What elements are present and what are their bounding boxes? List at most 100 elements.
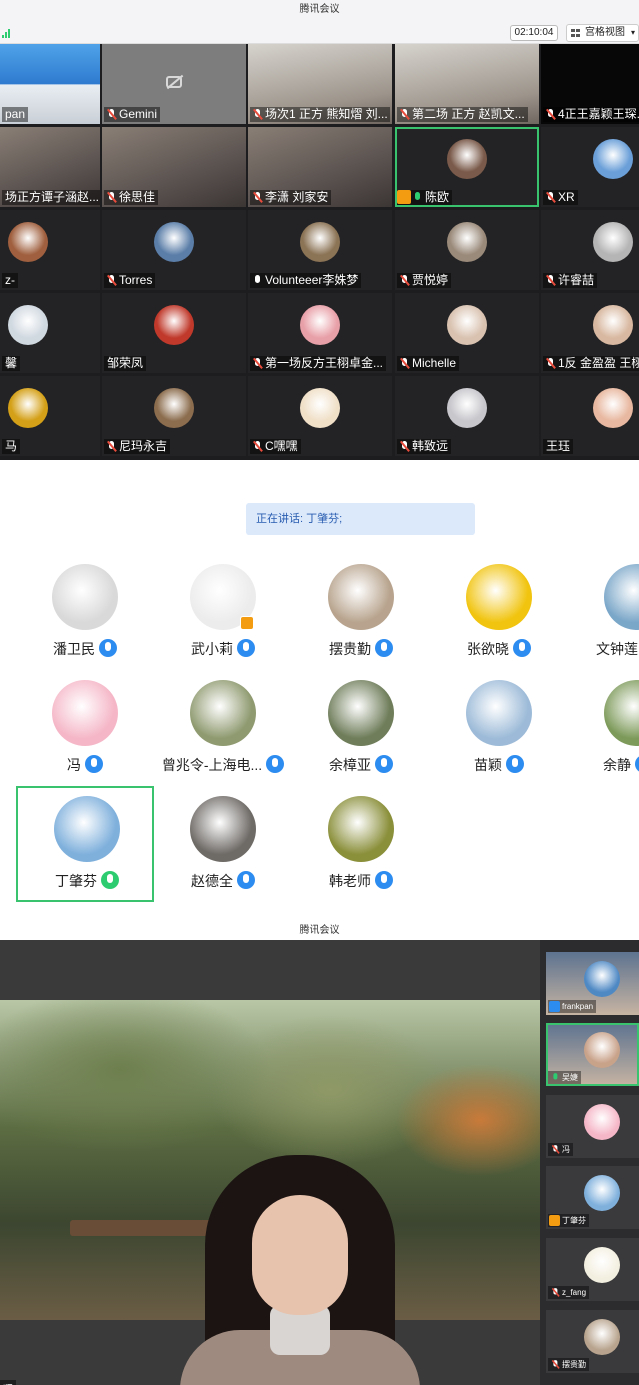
participant-item[interactable]: 曾兆令-上海电... [154,680,292,790]
video-grid: pan Gemini 场次1 正方 熊知熠 刘... 第二场 正方 赵凯文... 4正王… [0,44,639,459]
side-video-tile[interactable]: frankpan [546,952,639,1015]
avatar [593,305,633,345]
side-video-tile[interactable]: 吴婕 [546,1023,639,1086]
participant-item[interactable]: 韩老师 [292,796,430,906]
participant-item[interactable]: 摆贵勤 [292,564,430,674]
mic-icon[interactable] [237,639,255,657]
mic-icon [413,192,421,203]
avatar [593,388,633,428]
participant-name: 赵德全 [191,873,233,889]
participant-item[interactable]: 潘卫民 [16,564,154,674]
side-video-tile[interactable]: 冯 [546,1095,639,1158]
participant-item[interactable]: 冯 [16,680,154,790]
participant-item[interactable]: 余静 [568,680,639,790]
video-tile[interactable]: 1反 金盈盈 王栩... [541,293,639,373]
view-mode-button[interactable]: 宫格视图 ▾ [566,24,639,42]
mic-icon[interactable] [237,871,255,889]
participant-name: frankpan [562,1002,594,1011]
chevron-down-icon: ▾ [630,28,635,37]
mic-icon[interactable] [266,755,285,773]
side-video-tile[interactable]: 摆贵勤 [546,1310,639,1373]
participant-name-row: 余静 [568,755,639,775]
participant-name-row: 丁肇芬 [18,871,156,891]
participant-name-label: 吴婕 [548,1071,581,1084]
participant-name-row: 韩老师 [292,871,430,891]
video-tile[interactable]: 尼玛永吉 [102,376,246,456]
video-tile[interactable]: 陈欧 [395,127,539,207]
participant-item[interactable]: 文钟莲 [568,564,639,674]
video-tile[interactable]: z- [0,210,100,290]
video-tile[interactable]: 第二场 正方 赵凯文... [395,44,539,124]
mic-icon[interactable] [513,639,531,657]
participant-name: 文钟莲 [596,641,638,657]
participant-item[interactable]: 张欲晓 [430,564,568,674]
mic-muted-icon [551,1288,560,1297]
participant-item[interactable]: 余樟亚 [292,680,430,790]
mic-muted-icon [551,1360,560,1369]
meeting-timer: 02:10:04 [510,25,558,41]
video-tile[interactable]: Volunteeer李姝梦 [248,210,392,290]
participant-name-label: 徐思佳 [104,190,159,205]
participant-name: 苗颖 [474,757,502,773]
participant-name-label: C嘿嘿 [250,439,301,454]
participant-avatar [54,796,120,862]
side-video-strip[interactable]: frankpan 吴婕冯丁肇芬 z_fang 摆贵勤 [540,940,639,1385]
participant-name: 李潇 刘家安 [265,190,329,204]
participant-name: 陈欧 [425,190,450,204]
participant-item[interactable]: 苗颖 [430,680,568,790]
participant-item[interactable]: 丁肇芬 [16,786,154,902]
participant-item[interactable]: 武小莉 [154,564,292,674]
grid-view-icon [571,29,581,38]
video-tile[interactable]: Gemini [102,44,246,124]
video-tile[interactable]: 邹荣凤 [102,293,246,373]
participant-name: 韩老师 [329,873,371,889]
participant-name: Torres [119,273,153,287]
video-tile[interactable]: 第一场反方王栩卓金... [248,293,392,373]
side-video-tile[interactable]: z_fang [546,1238,639,1301]
video-tile[interactable]: 馨 [0,293,100,373]
video-tile[interactable]: 韩致远 [395,376,539,456]
window-title: 腾讯会议 [0,0,639,22]
mic-icon[interactable] [99,639,117,657]
mic-icon[interactable] [375,755,393,773]
participant-name: 马 [5,439,18,453]
participant-name-row: 张欲晓 [430,639,568,659]
participant-name: 潘卫民 [53,641,95,657]
video-tile[interactable]: XR [541,127,639,207]
video-tile[interactable]: 场正方谭子涵赵... [0,127,100,207]
video-tile[interactable]: C嘿嘿 [248,376,392,456]
mic-icon[interactable] [101,871,119,889]
participant-name-label: Torres [104,273,156,288]
mic-icon[interactable] [375,639,393,657]
video-tile[interactable]: 王珏 [541,376,639,456]
avatar [584,1247,620,1283]
participant-name: Volunteeer李姝梦 [265,273,359,287]
mic-muted-icon [106,275,117,286]
avatar [8,222,48,262]
mic-muted-icon [399,441,410,452]
video-tile[interactable]: Michelle [395,293,539,373]
video-tile[interactable]: 马 [0,376,100,456]
main-speaker-video[interactable]: 贤 [0,940,540,1385]
video-tile[interactable]: 李潇 刘家安 [248,127,392,207]
participant-list-panel: 正在讲话: 丁肇芬; 潘卫民 武小莉 摆贵勤 张欲晓 文钟莲冯 曾兆令-上海电... 余樟亚… [0,460,639,940]
mic-icon[interactable] [375,871,393,889]
mic-icon[interactable] [635,755,639,773]
video-tile[interactable]: Torres [102,210,246,290]
video-tile[interactable]: 徐思佳 [102,127,246,207]
video-tile[interactable]: 贾悦婷 [395,210,539,290]
video-tile[interactable]: pan [0,44,100,124]
participant-name: 馨 [5,356,18,370]
video-tile[interactable]: 许睿喆 [541,210,639,290]
side-video-tile[interactable]: 丁肇芬 [546,1166,639,1229]
participant-item[interactable]: 赵德全 [154,796,292,906]
mic-muted-icon [551,1145,560,1154]
video-tile[interactable]: 场次1 正方 熊知熠 刘... [248,44,392,124]
participant-name-label: 4正王嘉颖王琛... [543,107,639,122]
participant-name-label: Michelle [397,356,460,371]
participant-name: 张欲晓 [467,641,509,657]
video-tile[interactable]: 4正王嘉颖王琛... [541,44,639,124]
mic-icon[interactable] [506,755,524,773]
mic-icon[interactable] [85,755,103,773]
bottom-meeting-window: 腾讯会议 贤 frankpan 吴婕冯丁肇芬 z_fang 摆贵勤 [0,922,639,1385]
